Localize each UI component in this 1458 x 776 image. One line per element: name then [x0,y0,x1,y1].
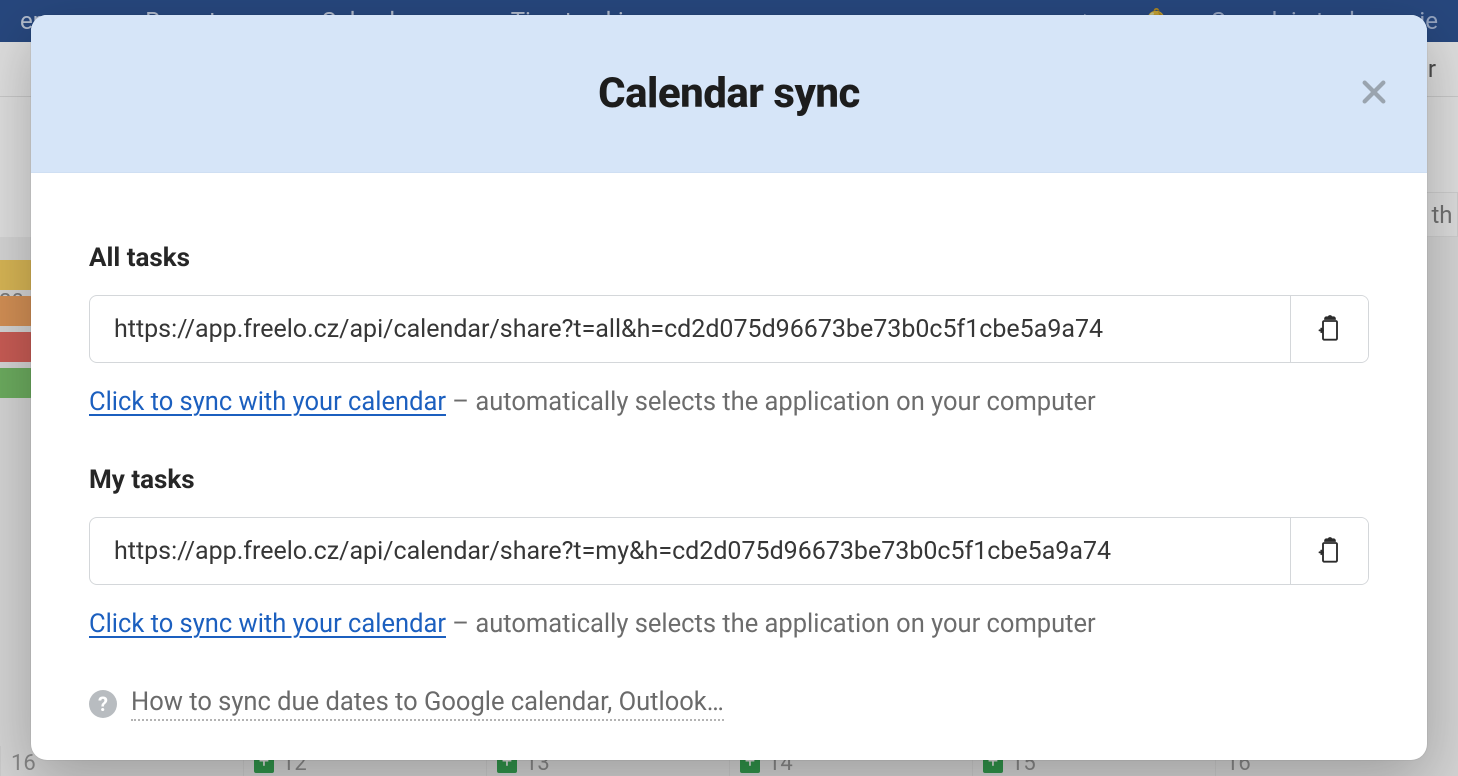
all-tasks-url-row [89,295,1369,363]
my-tasks-sync-line: Click to sync with your calendar – autom… [89,609,1369,639]
my-tasks-url-row [89,517,1369,585]
sync-all-tasks-link[interactable]: Click to sync with your calendar [89,387,446,417]
calendar-sync-modal: Calendar sync All tasks [31,15,1427,760]
close-icon [1358,76,1390,112]
help-row: ? How to sync due dates to Google calend… [89,687,1369,721]
help-icon: ? [89,690,117,718]
clipboard-icon [1316,536,1344,567]
sync-suffix: – automatically selects the application … [446,609,1096,639]
section-label-all-tasks: All tasks [89,243,1369,273]
section-label-my-tasks: My tasks [89,465,1369,495]
copy-my-tasks-button[interactable] [1290,518,1368,584]
modal-body: All tasks Click to sync with your calend… [31,173,1427,760]
modal-title: Calendar sync [598,69,860,118]
clipboard-icon [1316,314,1344,345]
all-tasks-url-input[interactable] [90,296,1290,362]
sync-my-tasks-link[interactable]: Click to sync with your calendar [89,609,446,639]
my-tasks-url-input[interactable] [90,518,1290,584]
modal-header: Calendar sync [31,15,1427,173]
all-tasks-sync-line: Click to sync with your calendar – autom… [89,387,1369,417]
close-button[interactable] [1351,71,1397,117]
sync-suffix: – automatically selects the application … [446,387,1096,417]
help-link[interactable]: How to sync due dates to Google calendar… [131,687,724,721]
copy-all-tasks-button[interactable] [1290,296,1368,362]
